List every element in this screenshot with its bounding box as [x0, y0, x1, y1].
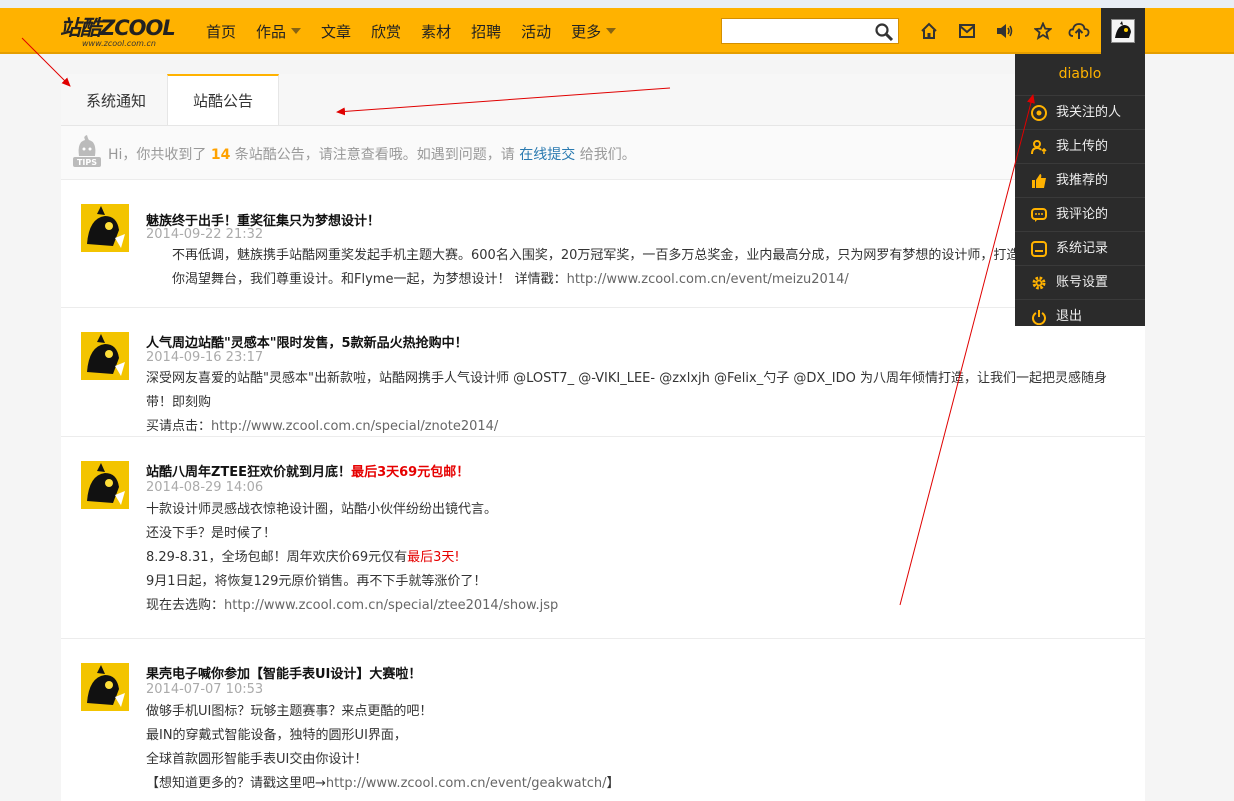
post-date: 2014-07-07 10:53: [146, 682, 264, 697]
post-line: 9月1日起，将恢复129元原价销售。再不下手就等涨价了！: [146, 574, 487, 589]
nav-item-more[interactable]: 更多: [561, 8, 626, 54]
logo-title: 站酷ZCOOL: [60, 16, 176, 40]
user-dropdown-menu: diablo 我关注的人 我上传的 我推荐的 我评论的 系统记录 账号设置 退出: [1015, 54, 1145, 326]
tips-icon: TIPS: [71, 134, 103, 168]
search-box: [721, 18, 899, 44]
announcement-count: 14: [210, 147, 231, 163]
menu-item-commented[interactable]: 我评论的: [1015, 198, 1145, 232]
nav-item-jobs[interactable]: 招聘: [461, 8, 511, 54]
post-title[interactable]: 果壳电子喊你参加【智能手表UI设计】大赛啦！: [146, 663, 421, 682]
menu-item-system-log[interactable]: 系统记录: [1015, 232, 1145, 266]
post-line: 你渴望舞台，我们尊重设计。和Flyme一起，为梦想设计！ 详情戳：http://…: [172, 272, 849, 287]
post-avatar[interactable]: [81, 663, 129, 711]
post-body: 不再低调，魅族携手站酷网重奖发起手机主题大赛。600名入围奖，20万冠军奖，一百…: [146, 244, 1131, 292]
post-link[interactable]: http://www.zcool.com.cn/event/meizu2014/: [567, 272, 849, 287]
post-link[interactable]: http://www.zcool.com.cn/special/ztee2014…: [224, 598, 558, 613]
tab-system-notice[interactable]: 系统通知: [61, 74, 171, 125]
online-submit-link[interactable]: 在线提交: [519, 147, 575, 163]
post-date: 2014-09-16 23:17: [146, 350, 264, 365]
menu-item-recommended[interactable]: 我推荐的: [1015, 164, 1145, 198]
post-line: 8.29-8.31，全场包邮！周年欢庆价69元仅有最后3天!: [146, 550, 460, 565]
post-line: 不再低调，魅族携手站酷网重奖发起手机主题大赛。600名入围奖，20万冠军奖，一百…: [172, 248, 1085, 263]
tips-bar: TIPS Hi，你共收到了 14 条站酷公告，请注意查看哦。如遇到问题，请 在线…: [61, 126, 1145, 180]
post-avatar[interactable]: [81, 204, 129, 252]
user-avatar-button[interactable]: [1101, 8, 1145, 54]
main-nav: 首页 作品 文章 欣赏 素材 招聘 活动 更多: [196, 8, 626, 54]
tab-zcool-announcement[interactable]: 站酷公告: [167, 74, 280, 125]
announcement-item: 站酷八周年ZTEE狂欢价就到月底！最后3天69元包邮！ 2014-08-29 1…: [61, 437, 1145, 639]
nav-item-gallery[interactable]: 欣赏: [361, 8, 411, 54]
menu-item-account-settings[interactable]: 账号设置: [1015, 266, 1145, 300]
dropdown-username[interactable]: diablo: [1015, 54, 1145, 96]
nav-item-works[interactable]: 作品: [246, 8, 311, 54]
post-line: 做够手机UI图标？玩够主题赛事？来点更酷的吧！: [146, 704, 433, 719]
search-icon[interactable]: [874, 22, 894, 42]
thumb-up-icon: [1030, 172, 1048, 190]
post-title[interactable]: 站酷八周年ZTEE狂欢价就到月底！最后3天69元包邮！: [146, 461, 469, 480]
sound-icon[interactable]: [990, 16, 1020, 46]
post-line: 买请点击：http://www.zcool.com.cn/special/zno…: [146, 419, 499, 434]
announcement-item: 果壳电子喊你参加【智能手表UI设计】大赛啦！ 2014-07-07 10:53 …: [61, 639, 1145, 801]
nav-item-home[interactable]: 首页: [196, 8, 246, 54]
gear-icon: [1030, 274, 1048, 292]
mail-icon[interactable]: [952, 16, 982, 46]
post-line: 最IN的穿戴式智能设备，独特的圆形UI界面，: [146, 728, 407, 743]
post-body: 深受网友喜爱的站酷"灵感本"出新款啦，站酷网携手人气设计师 @LOST7_ @-…: [146, 367, 1131, 439]
chevron-down-icon: [291, 28, 302, 34]
post-body: 十款设计师灵感战衣惊艳设计圈，站酷小伙伴纷纷出镜代言。 还没下手？是时候了！ 8…: [146, 498, 1131, 618]
main-content: 系统通知 站酷公告 TIPS Hi，你共收到了 14 条站酷公告，请注意查看哦。…: [61, 74, 1145, 801]
star-icon[interactable]: [1028, 16, 1058, 46]
tips-message: Hi，你共收到了 14 条站酷公告，请注意查看哦。如遇到问题，请 在线提交 给我…: [108, 147, 636, 163]
top-navbar: 站酷ZCOOL www.zcool.com.cn 首页 作品 文章 欣赏 素材 …: [0, 8, 1234, 54]
zcool-logo[interactable]: 站酷ZCOOL www.zcool.com.cn: [60, 17, 190, 51]
logo-url: www.zcool.com.cn: [82, 39, 156, 48]
post-line-highlight: 最后3天!: [407, 550, 460, 565]
post-date: 2014-08-29 14:06: [146, 480, 264, 495]
announcement-item: 人气周边站酷"灵感本"限时发售，5款新品火热抢购中！ 2014-09-16 23…: [61, 308, 1145, 437]
nav-item-articles[interactable]: 文章: [311, 8, 361, 54]
announcement-item: 魅族终于出手！重奖征集只为梦想设计！ 2014-09-22 21:32 不再低调…: [61, 180, 1145, 308]
post-line: 现在去选购：http://www.zcool.com.cn/special/zt…: [146, 598, 559, 613]
upload-icon[interactable]: [1064, 16, 1094, 46]
browser-bookmark-strip: [0, 0, 1234, 8]
menu-item-my-uploads[interactable]: 我上传的: [1015, 130, 1145, 164]
post-link[interactable]: http://www.zcool.com.cn/special/znote201…: [211, 419, 498, 434]
nav-item-materials[interactable]: 素材: [411, 8, 461, 54]
menu-item-following[interactable]: 我关注的人: [1015, 96, 1145, 130]
search-input[interactable]: [726, 20, 870, 44]
post-line: 还没下手？是时候了！: [146, 526, 277, 541]
svg-text:TIPS: TIPS: [77, 158, 97, 167]
post-title-highlight: 最后3天69元包邮！: [351, 465, 470, 480]
user-upload-icon: [1030, 138, 1048, 156]
home-icon[interactable]: [914, 16, 944, 46]
post-line: 深受网友喜爱的站酷"灵感本"出新款啦，站酷网携手人气设计师 @LOST7_ @-…: [146, 371, 1107, 410]
post-avatar[interactable]: [81, 332, 129, 380]
avatar: [1111, 19, 1135, 43]
post-avatar[interactable]: [81, 461, 129, 509]
record-icon: [1030, 240, 1048, 258]
power-icon: [1030, 308, 1048, 326]
post-line: 全球首款圆形智能手表UI交由你设计！: [146, 752, 368, 767]
post-body: 做够手机UI图标？玩够主题赛事？来点更酷的吧！ 最IN的穿戴式智能设备，独特的圆…: [146, 700, 1131, 796]
post-link[interactable]: http://www.zcool.com.cn/event/geakwatch/: [326, 776, 607, 791]
post-date: 2014-09-22 21:32: [146, 227, 264, 242]
notice-tabs: 系统通知 站酷公告: [61, 74, 1145, 126]
post-title[interactable]: 人气周边站酷"灵感本"限时发售，5款新品火热抢购中！: [146, 332, 468, 351]
post-line: 【想知道更多的？请戳这里吧→http://www.zcool.com.cn/ev…: [146, 776, 620, 791]
post-line: 十款设计师灵感战衣惊艳设计圈，站酷小伙伴纷纷出镜代言。: [146, 502, 498, 517]
comment-icon: [1030, 206, 1048, 224]
menu-item-logout[interactable]: 退出: [1015, 300, 1145, 333]
eye-icon: [1030, 104, 1048, 122]
nav-item-events[interactable]: 活动: [511, 8, 561, 54]
chevron-down-icon: [606, 28, 617, 34]
